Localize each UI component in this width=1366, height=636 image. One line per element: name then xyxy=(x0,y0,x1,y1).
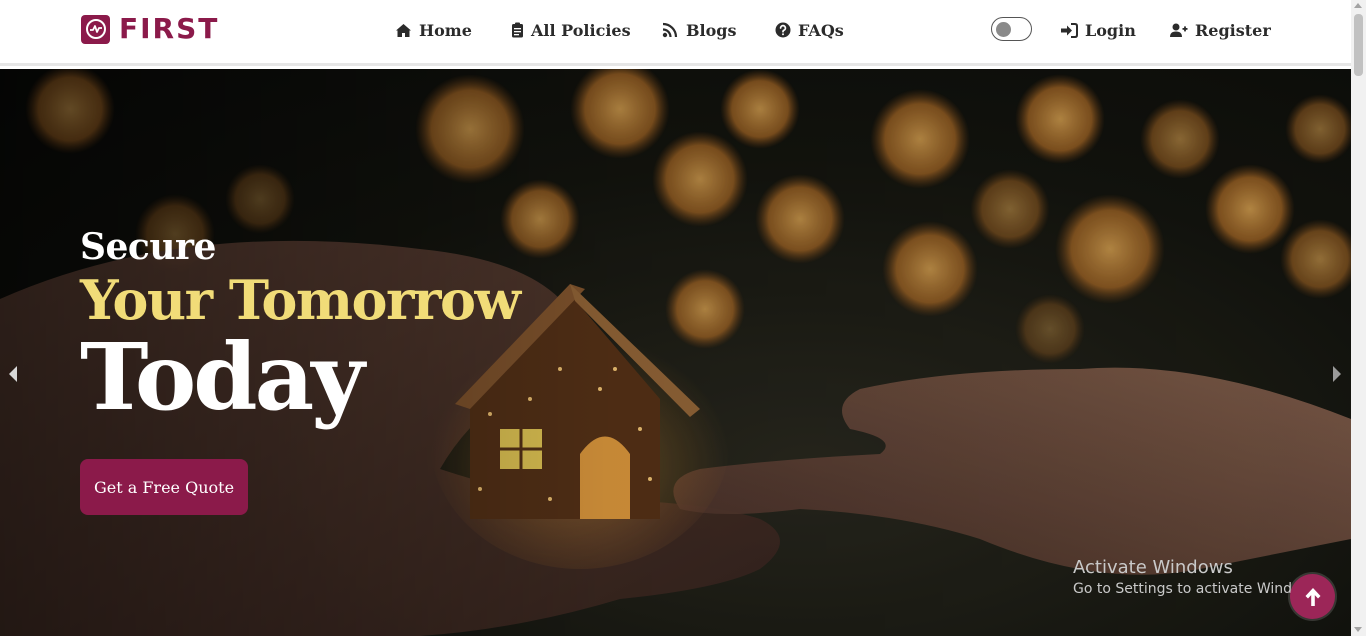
hero-line-your-tomorrow: Your Tomorrow xyxy=(80,268,521,332)
nav-home-label: Home xyxy=(419,20,472,40)
nav-blogs-label: Blogs xyxy=(686,20,737,40)
hero-headline: Secure Your Tomorrow Today xyxy=(80,226,521,431)
nav-blogs[interactable]: Blogs xyxy=(662,18,736,42)
sign-in-icon xyxy=(1061,22,1078,38)
watermark-title: Activate Windows xyxy=(1073,557,1233,578)
login-link[interactable]: Login xyxy=(1060,18,1136,42)
hero-line-today: Today xyxy=(80,323,365,431)
pulse-logo-icon xyxy=(81,14,110,44)
register-link[interactable]: Register xyxy=(1170,18,1271,42)
nav-all-policies-label: All Policies xyxy=(531,20,631,40)
arrow-up-icon xyxy=(1305,587,1320,606)
toggle-knob xyxy=(996,21,1011,37)
nav-all-policies[interactable]: All Policies xyxy=(511,18,631,42)
slider-next-arrow-icon[interactable] xyxy=(1333,366,1341,382)
user-plus-icon xyxy=(1170,23,1188,37)
nav-home[interactable]: Home xyxy=(395,18,472,42)
get-free-quote-button[interactable]: Get a Free Quote xyxy=(80,459,248,515)
login-label: Login xyxy=(1085,20,1136,40)
home-icon xyxy=(396,23,411,37)
windows-activation-watermark: Activate Windows Go to Settings to activ… xyxy=(1073,557,1324,599)
rss-icon xyxy=(662,22,678,38)
back-to-top-button[interactable] xyxy=(1290,574,1335,619)
register-label: Register xyxy=(1195,20,1271,40)
hero-line-secure: Secure xyxy=(80,226,216,268)
site-header: FIRST Home All Policies Blogs FAQs Login… xyxy=(0,0,1351,66)
scroll-thumb[interactable] xyxy=(1354,14,1363,76)
scroll-up-arrow-icon[interactable] xyxy=(1354,3,1362,8)
nav-faqs-label: FAQs xyxy=(798,20,844,40)
theme-toggle[interactable] xyxy=(991,17,1032,41)
brand-name: FIRST xyxy=(119,12,220,45)
nav-faqs[interactable]: FAQs xyxy=(775,18,844,42)
scroll-down-arrow-icon[interactable] xyxy=(1354,627,1362,632)
brand-logo[interactable]: FIRST xyxy=(81,14,219,44)
question-circle-icon xyxy=(775,22,791,38)
clipboard-icon xyxy=(512,22,523,38)
hero-slider: Secure Your Tomorrow Today Get a Free Qu… xyxy=(0,69,1351,636)
page-scrollbar[interactable] xyxy=(1351,0,1366,636)
slider-prev-arrow-icon[interactable] xyxy=(9,366,17,382)
watermark-subtitle: Go to Settings to activate Windows. xyxy=(1073,581,1324,597)
